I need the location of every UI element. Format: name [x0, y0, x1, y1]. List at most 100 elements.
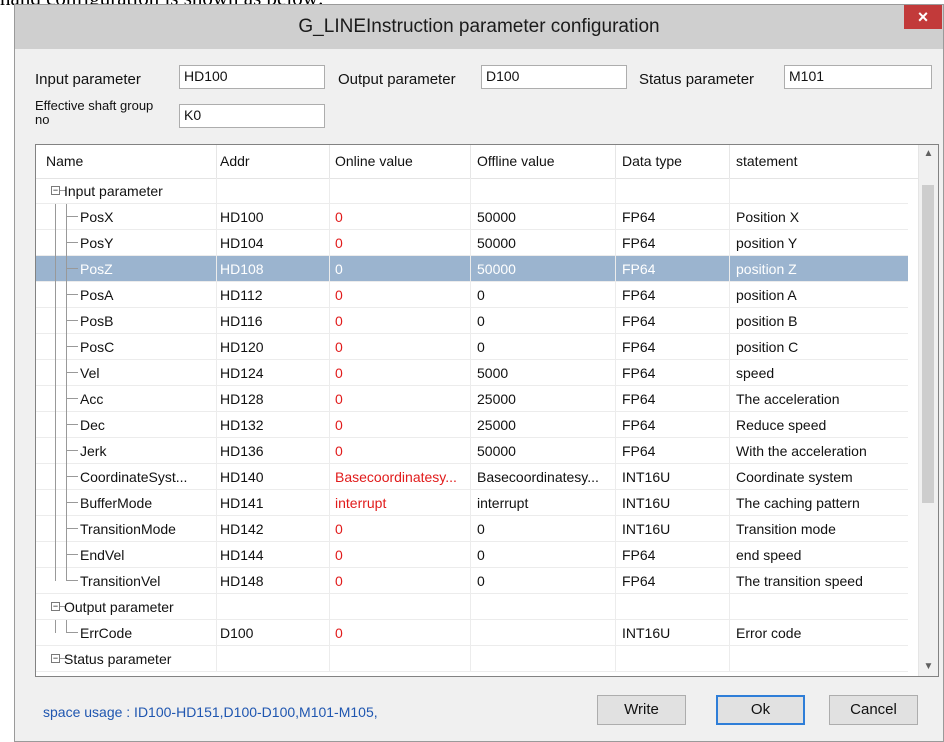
- table-row[interactable]: PosZ HD108 0 50000 FP64 position Z: [36, 256, 908, 282]
- cell-name: Jerk: [80, 443, 107, 459]
- ok-button[interactable]: Ok: [716, 695, 805, 725]
- table-row[interactable]: BufferMode HD141 interrupt interrupt INT16U T…: [36, 490, 908, 516]
- header-name[interactable]: Name: [46, 153, 83, 169]
- cell-offline-value[interactable]: 0: [477, 547, 485, 563]
- cell-offline-value[interactable]: 50000: [477, 235, 516, 251]
- table-row[interactable]: ErrCode D100 0 INT16U Error code: [36, 620, 908, 646]
- cell-addr: HD148: [220, 573, 264, 589]
- cell-data-type: FP64: [622, 417, 656, 433]
- cell-addr: HD142: [220, 521, 264, 537]
- header-statement[interactable]: statement: [736, 153, 797, 169]
- dialog-window: G_LINEInstruction parameter configuratio…: [14, 4, 944, 742]
- cell-statement: position C: [736, 339, 799, 355]
- cell-data-type: INT16U: [622, 521, 671, 537]
- input-parameter-field[interactable]: HD100: [179, 65, 325, 89]
- cell-offline-value[interactable]: 25000: [477, 391, 516, 407]
- title-bar[interactable]: G_LINEInstruction parameter configuratio…: [15, 5, 943, 49]
- table-row[interactable]: Jerk HD136 0 50000 FP64 With the acceleration: [36, 438, 908, 464]
- header-data-type[interactable]: Data type: [622, 153, 682, 169]
- table-row[interactable]: Vel HD124 0 5000 FP64 speed: [36, 360, 908, 386]
- table-row[interactable]: PosX HD100 0 50000 FP64 Position X: [36, 204, 908, 230]
- minus-box-icon[interactable]: −: [51, 654, 60, 663]
- cell-name: BufferMode: [80, 495, 153, 511]
- header-online-value[interactable]: Online value: [335, 153, 413, 169]
- cell-name: PosC: [80, 339, 115, 355]
- cell-name: PosZ: [80, 261, 113, 277]
- minus-box-icon[interactable]: −: [51, 602, 60, 611]
- cell-offline-value[interactable]: 5000: [477, 365, 508, 381]
- cell-offline-value[interactable]: interrupt: [477, 495, 528, 511]
- header-addr[interactable]: Addr: [220, 153, 250, 169]
- table-row[interactable]: PosC HD120 0 0 FP64 position C: [36, 334, 908, 360]
- cell-online-value: 0: [335, 209, 343, 225]
- cell-statement: position Z: [736, 261, 797, 277]
- chevron-down-icon[interactable]: ▼: [919, 658, 938, 676]
- minus-box-icon[interactable]: −: [51, 186, 60, 195]
- table-row[interactable]: Dec HD132 0 25000 FP64 Reduce speed: [36, 412, 908, 438]
- cell-statement: Coordinate system: [736, 469, 853, 485]
- table-row[interactable]: TransitionMode HD142 0 0 INT16U Transition mo…: [36, 516, 908, 542]
- cell-offline-value[interactable]: 25000: [477, 417, 516, 433]
- cell-name: TransitionVel: [80, 573, 161, 589]
- cell-statement: Position X: [736, 209, 800, 225]
- cancel-button[interactable]: Cancel: [829, 695, 918, 725]
- cell-offline-value[interactable]: 50000: [477, 443, 516, 459]
- cell-name: CoordinateSyst...: [80, 469, 188, 485]
- cell-data-type: FP64: [622, 443, 656, 459]
- cell-offline-value[interactable]: 0: [477, 313, 485, 329]
- cell-online-value: 0: [335, 573, 343, 589]
- cell-online-value: 0: [335, 261, 343, 277]
- cell-statement: speed: [736, 365, 775, 381]
- table-row[interactable]: PosA HD112 0 0 FP64 position A: [36, 282, 908, 308]
- cell-addr: HD136: [220, 443, 264, 459]
- cell-offline-value[interactable]: 0: [477, 521, 485, 537]
- close-icon[interactable]: ×: [904, 5, 942, 29]
- cell-offline-value[interactable]: 0: [477, 573, 485, 589]
- cell-online-value: 0: [335, 417, 343, 433]
- cell-online-value: interrupt: [335, 495, 387, 511]
- cell-statement: end speed: [736, 547, 802, 563]
- table-row[interactable]: EndVel HD144 0 0 FP64 end speed: [36, 542, 908, 568]
- table-row[interactable]: CoordinateSyst... HD140 Basecoordinatesy..…: [36, 464, 908, 490]
- cell-offline-value[interactable]: 0: [477, 287, 485, 303]
- cell-offline-value[interactable]: 50000: [477, 209, 516, 225]
- cell-offline-value[interactable]: 0: [477, 339, 485, 355]
- chevron-up-icon[interactable]: ▲: [919, 145, 938, 163]
- cell-addr: HD132: [220, 417, 264, 433]
- cell-name: PosA: [80, 287, 114, 303]
- header-offline-value[interactable]: Offline value: [477, 153, 555, 169]
- table-row[interactable]: PosY HD104 0 50000 FP64 position Y: [36, 230, 908, 256]
- cell-online-value: Basecoordinatesy...: [335, 469, 457, 485]
- cell-name: PosX: [80, 209, 114, 225]
- group-row[interactable]: − Input parameter: [36, 178, 908, 204]
- cell-offline-value[interactable]: 50000: [477, 261, 516, 277]
- write-button[interactable]: Write: [597, 695, 686, 725]
- cell-name: Input parameter: [64, 183, 163, 199]
- vertical-scrollbar[interactable]: ▲ ▼: [918, 145, 938, 676]
- cell-statement: The transition speed: [736, 573, 863, 589]
- group-row[interactable]: − Status parameter: [36, 646, 908, 672]
- cell-addr: HD144: [220, 547, 264, 563]
- cell-addr: HD116: [220, 313, 263, 329]
- status-parameter-field[interactable]: M101: [784, 65, 932, 89]
- cell-statement: position A: [736, 287, 797, 303]
- cell-addr: HD104: [220, 235, 264, 251]
- cell-statement: Transition mode: [736, 521, 836, 537]
- scrollbar-thumb[interactable]: [922, 185, 934, 503]
- shaft-group-field[interactable]: K0: [179, 104, 325, 128]
- table-row[interactable]: PosB HD116 0 0 FP64 position B: [36, 308, 908, 334]
- cell-online-value: 0: [335, 443, 343, 459]
- grid-header: Name Addr Online value Offline value Dat…: [36, 145, 919, 179]
- table-row[interactable]: Acc HD128 0 25000 FP64 The acceleration: [36, 386, 908, 412]
- cell-addr: HD120: [220, 339, 264, 355]
- cell-online-value: 0: [335, 365, 343, 381]
- cell-online-value: 0: [335, 521, 343, 537]
- cell-data-type: FP64: [622, 209, 656, 225]
- cell-offline-value[interactable]: Basecoordinatesy...: [477, 469, 599, 485]
- output-parameter-field[interactable]: D100: [481, 65, 627, 89]
- group-row[interactable]: − Output parameter: [36, 594, 908, 620]
- table-row[interactable]: TransitionVel HD148 0 0 FP64 The transition s…: [36, 568, 908, 594]
- cell-data-type: FP64: [622, 391, 656, 407]
- cell-addr: HD128: [220, 391, 264, 407]
- parameter-grid[interactable]: Name Addr Online value Offline value Dat…: [35, 144, 939, 677]
